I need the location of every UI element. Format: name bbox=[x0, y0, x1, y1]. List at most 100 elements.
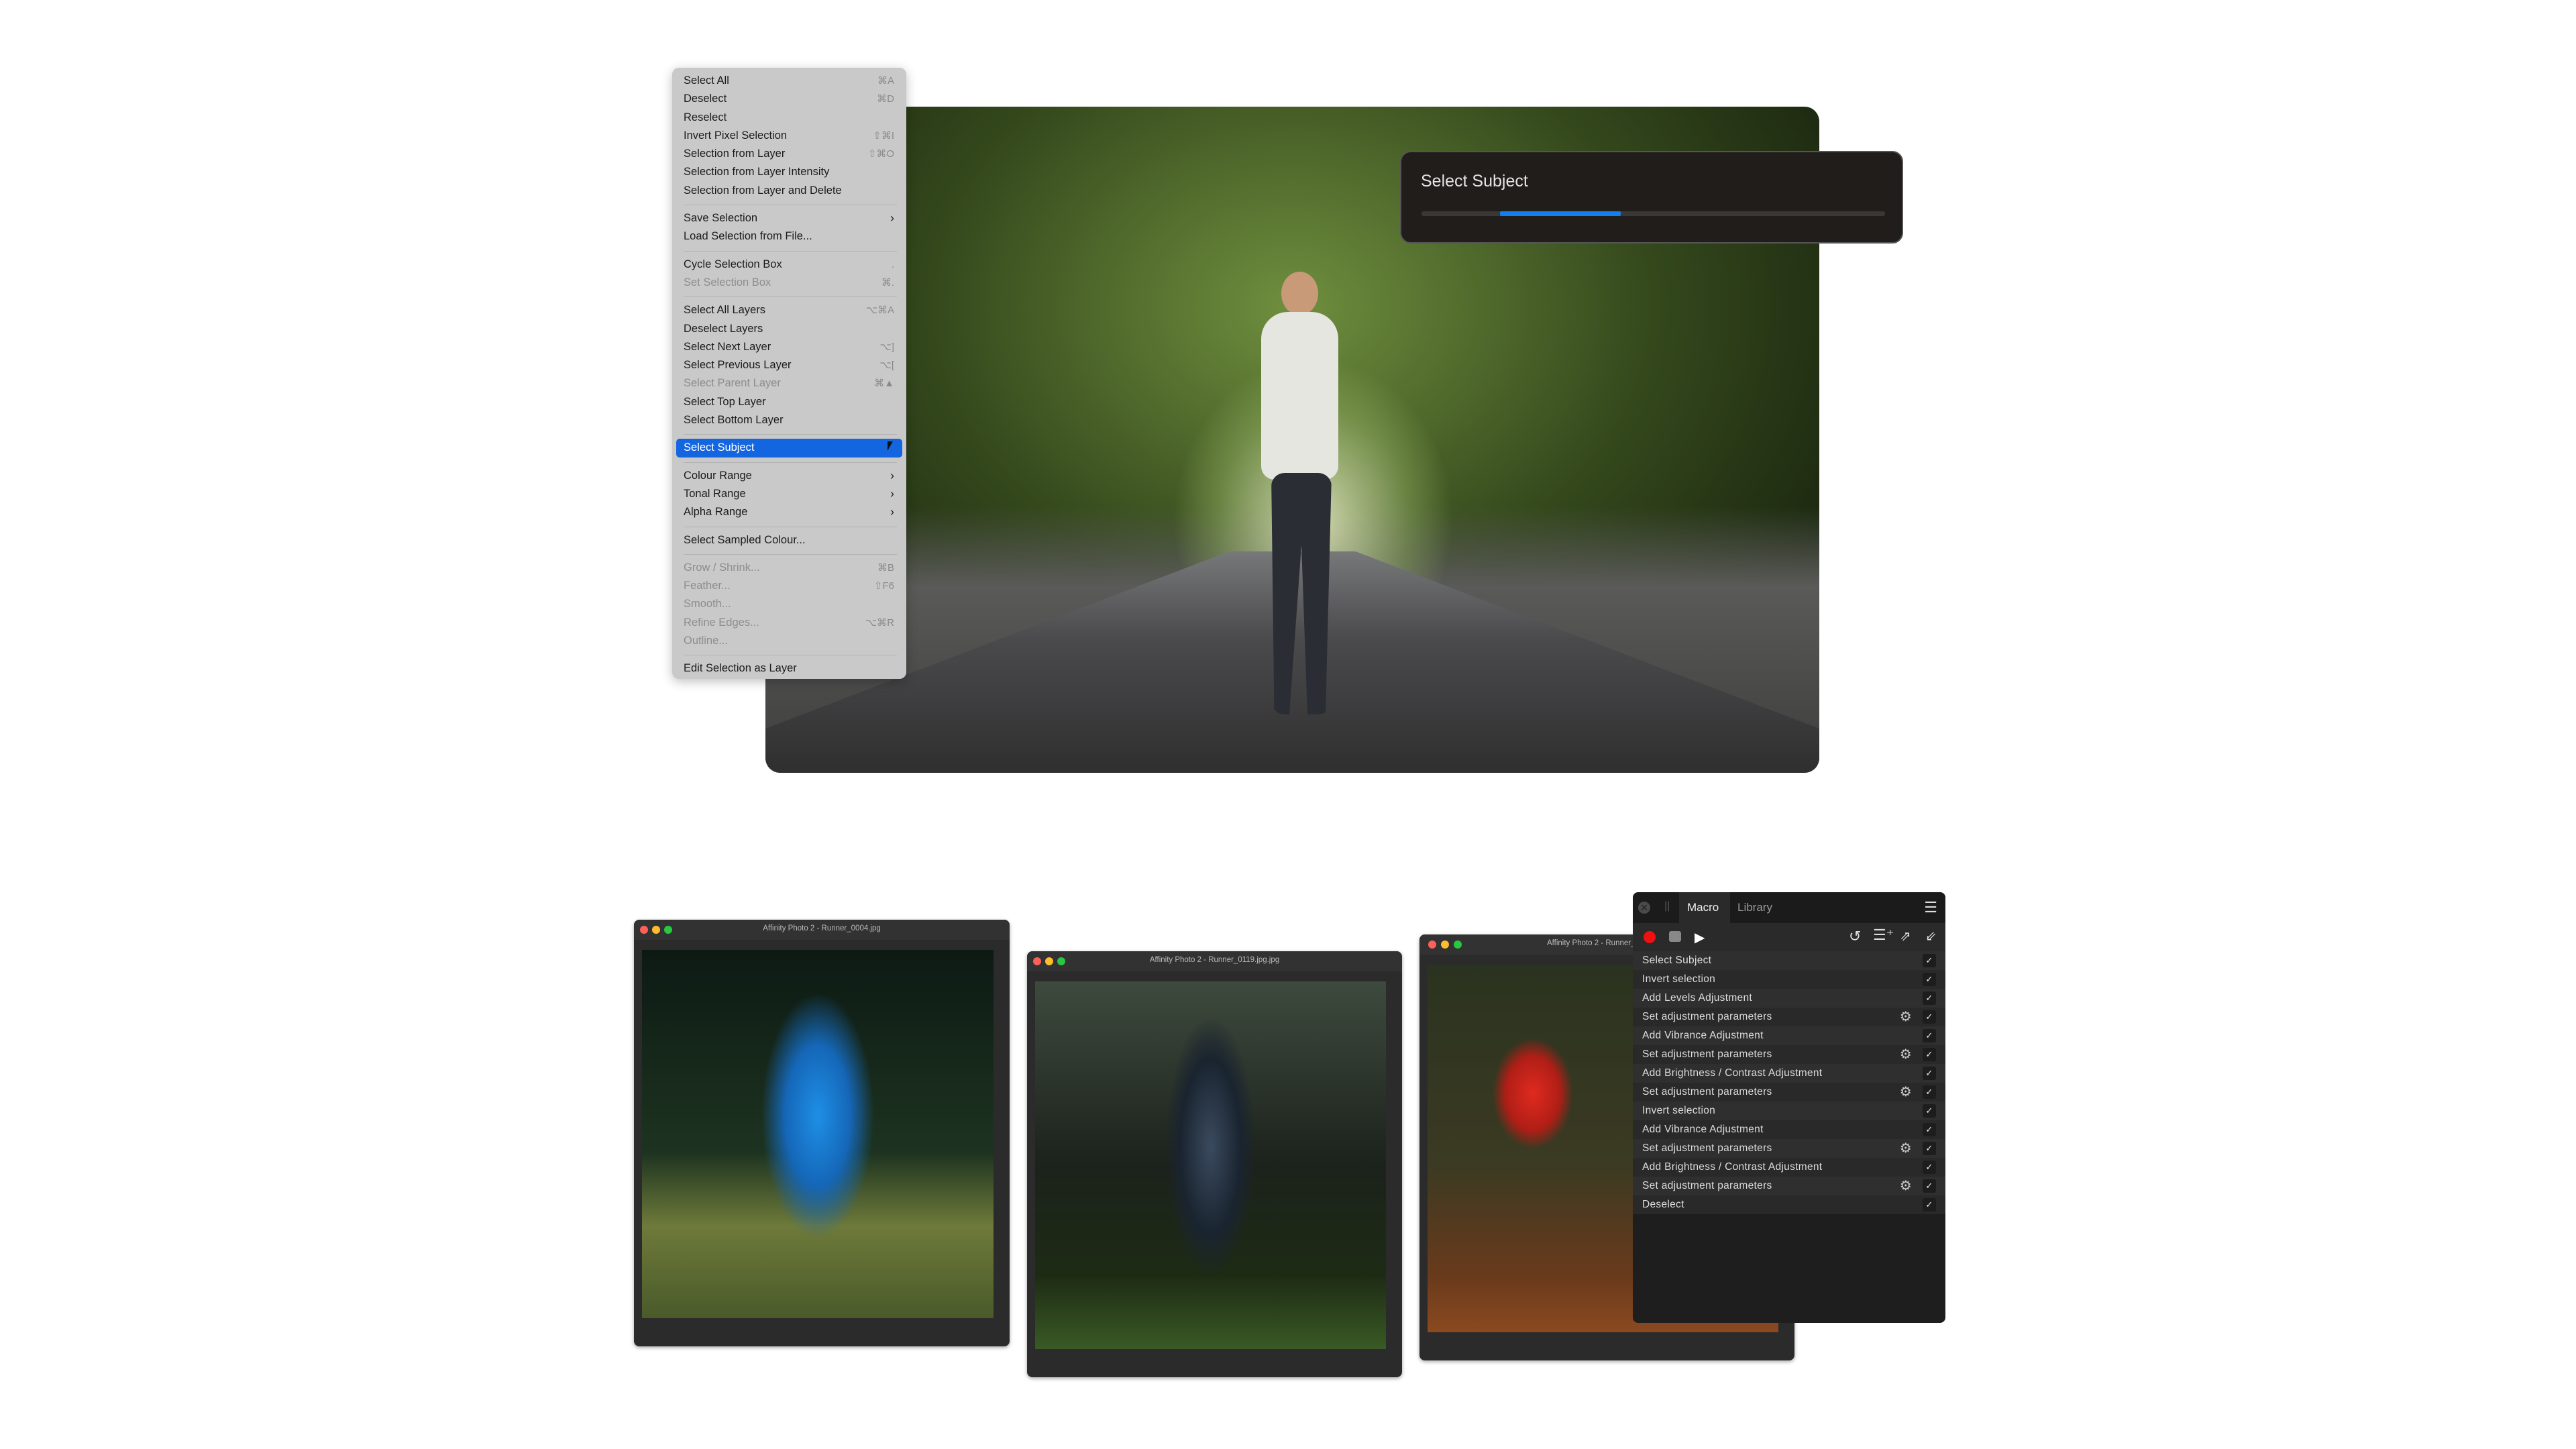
tab-library[interactable]: Library bbox=[1735, 892, 1772, 923]
step-enabled-checkbox[interactable]: ✓ bbox=[1923, 1161, 1936, 1174]
menu-item-select-bottom-layer[interactable]: Select Bottom Layer bbox=[672, 411, 906, 429]
macro-step[interactable]: Add Vibrance Adjustment ✓ bbox=[1633, 1120, 1945, 1139]
macro-step-label: Add Vibrance Adjustment bbox=[1642, 1030, 1764, 1041]
macro-step[interactable]: Add Brightness / Contrast Adjustment ✓ bbox=[1633, 1158, 1945, 1177]
menu-item-label: Selection from Layer and Delete bbox=[684, 184, 842, 197]
menu-item-deselect[interactable]: Deselect ⌘D bbox=[672, 90, 906, 108]
macro-step-label: Set adjustment parameters bbox=[1642, 1049, 1772, 1060]
document-window-1[interactable]: Affinity Photo 2 - Runner_0004.jpg bbox=[634, 920, 1010, 1346]
gear-icon[interactable]: ⚙ bbox=[1900, 1008, 1912, 1026]
menu-item-colour-range[interactable]: Colour Range › bbox=[672, 467, 906, 485]
menu-item-selection-from-layer-intensity[interactable]: Selection from Layer Intensity bbox=[672, 163, 906, 181]
progress-bar bbox=[1421, 211, 1885, 216]
menu-item-select-top-layer[interactable]: Select Top Layer bbox=[672, 393, 906, 411]
menu-shortcut: ⌘D bbox=[877, 93, 894, 105]
macro-step[interactable]: Deselect ✓ bbox=[1633, 1195, 1945, 1214]
menu-item-label: Tonal Range bbox=[684, 487, 746, 500]
menu-item-select-previous-layer[interactable]: Select Previous Layer ⌥[ bbox=[672, 356, 906, 374]
menu-item-reselect[interactable]: Reselect bbox=[672, 109, 906, 127]
menu-item-select-all[interactable]: Select All ⌘A bbox=[672, 72, 906, 90]
menu-shortcut: . bbox=[891, 258, 894, 270]
menu-shortcut: ⇧F6 bbox=[873, 580, 894, 592]
macro-step[interactable]: Set adjustment parameters ⚙ ✓ bbox=[1633, 1177, 1945, 1195]
menu-shortcut: ⇧⌘O bbox=[867, 148, 894, 160]
close-panel-icon[interactable]: ✕ bbox=[1638, 902, 1650, 914]
menu-item-invert-pixel-selection[interactable]: Invert Pixel Selection ⇧⌘I bbox=[672, 127, 906, 145]
step-enabled-checkbox[interactable]: ✓ bbox=[1923, 1104, 1936, 1118]
menu-item-label: Selection from Layer Intensity bbox=[684, 166, 830, 178]
macro-step-label: Add Vibrance Adjustment bbox=[1642, 1124, 1764, 1135]
document-window-2[interactable]: Affinity Photo 2 - Runner_0119.jpg.jpg bbox=[1027, 951, 1402, 1377]
macro-step[interactable]: Invert selection ✓ bbox=[1633, 970, 1945, 989]
menu-item-outline: Outline... bbox=[672, 632, 906, 650]
menu-item-cycle-selection-box[interactable]: Cycle Selection Box. bbox=[672, 256, 906, 274]
import-icon[interactable]: ⇙ bbox=[1925, 928, 1937, 945]
play-icon[interactable]: ▶ bbox=[1695, 929, 1705, 946]
menu-item-selection-from-layer[interactable]: Selection from Layer ⇧⌘O bbox=[672, 145, 906, 163]
step-enabled-checkbox[interactable]: ✓ bbox=[1923, 1048, 1936, 1061]
tab-macro[interactable]: Macro bbox=[1679, 892, 1730, 923]
macro-step[interactable]: Set adjustment parameters ⚙ ✓ bbox=[1633, 1045, 1945, 1064]
record-icon[interactable] bbox=[1644, 931, 1656, 943]
undo-icon[interactable]: ↺ bbox=[1849, 928, 1861, 945]
title-bar[interactable]: Affinity Photo 2 - Runner_0119.jpg.jpg bbox=[1027, 951, 1402, 971]
menu-item-alpha-range[interactable]: Alpha Range › bbox=[672, 503, 906, 521]
gear-icon[interactable]: ⚙ bbox=[1900, 1177, 1912, 1195]
menu-item-select-next-layer[interactable]: Select Next Layer ⌥] bbox=[672, 338, 906, 356]
gear-icon[interactable]: ⚙ bbox=[1900, 1083, 1912, 1102]
stop-icon[interactable] bbox=[1669, 931, 1681, 942]
step-enabled-checkbox[interactable]: ✓ bbox=[1923, 1198, 1936, 1212]
gear-icon[interactable]: ⚙ bbox=[1900, 1045, 1912, 1064]
menu-item-refine-edges: Refine Edges... ⌥⌘R bbox=[672, 614, 906, 632]
step-enabled-checkbox[interactable]: ✓ bbox=[1923, 1085, 1936, 1099]
runner-subject bbox=[1244, 272, 1358, 748]
macro-step-label: Add Levels Adjustment bbox=[1642, 992, 1752, 1004]
menu-shortcut: ⌥⌘A bbox=[865, 305, 894, 317]
add-to-library-icon[interactable]: ☰⁺ bbox=[1873, 926, 1894, 944]
drag-handle-icon[interactable]: || bbox=[1664, 900, 1670, 912]
menu-item-tonal-range[interactable]: Tonal Range › bbox=[672, 485, 906, 503]
menu-item-select-all-layers[interactable]: Select All Layers ⌥⌘A bbox=[672, 301, 906, 319]
step-enabled-checkbox[interactable]: ✓ bbox=[1923, 973, 1936, 986]
macro-step[interactable]: Set adjustment parameters ⚙ ✓ bbox=[1633, 1083, 1945, 1102]
menu-item-label: Set Selection Box bbox=[684, 276, 771, 288]
zoom-button[interactable] bbox=[1454, 941, 1462, 949]
macro-step[interactable]: Add Levels Adjustment ✓ bbox=[1633, 989, 1945, 1008]
step-enabled-checkbox[interactable]: ✓ bbox=[1923, 1029, 1936, 1042]
menu-item-load-selection-from-file[interactable]: Load Selection from File... bbox=[672, 227, 906, 246]
window-title: Affinity Photo 2 - Runner_0119.jpg.jpg bbox=[1149, 956, 1280, 964]
menu-item-label: Selection from Layer bbox=[684, 148, 786, 160]
step-enabled-checkbox[interactable]: ✓ bbox=[1923, 954, 1936, 967]
menu-item-deselect-layers[interactable]: Deselect Layers bbox=[672, 320, 906, 338]
macro-step[interactable]: Set adjustment parameters ⚙ ✓ bbox=[1633, 1008, 1945, 1026]
panel-menu-icon[interactable]: ☰ bbox=[1924, 899, 1937, 916]
menu-shortcut: ⌥⌘R bbox=[865, 616, 894, 629]
macro-toolbar: ▶ ↺ ☰⁺ ⇗ ⇙ bbox=[1633, 923, 1945, 951]
step-enabled-checkbox[interactable]: ✓ bbox=[1923, 1010, 1936, 1024]
macro-step[interactable]: Add Vibrance Adjustment ✓ bbox=[1633, 1026, 1945, 1045]
macro-step[interactable]: Set adjustment parameters ⚙ ✓ bbox=[1633, 1139, 1945, 1158]
menu-item-selection-from-layer-and-delete[interactable]: Selection from Layer and Delete bbox=[672, 182, 906, 200]
step-enabled-checkbox[interactable]: ✓ bbox=[1923, 1123, 1936, 1136]
menu-item-save-selection[interactable]: Save Selection › bbox=[672, 209, 906, 227]
gear-icon[interactable]: ⚙ bbox=[1900, 1139, 1912, 1158]
macro-step[interactable]: Select Subject ✓ bbox=[1633, 951, 1945, 970]
title-bar[interactable]: Affinity Photo 2 - Runner_0004.jpg bbox=[634, 920, 1010, 940]
close-button[interactable] bbox=[1428, 941, 1436, 949]
macro-step[interactable]: Add Brightness / Contrast Adjustment ✓ bbox=[1633, 1064, 1945, 1083]
menu-shortcut: ⌥] bbox=[879, 341, 894, 353]
step-enabled-checkbox[interactable]: ✓ bbox=[1923, 1179, 1936, 1193]
menu-item-select-subject[interactable]: Select Subject bbox=[676, 439, 902, 458]
menu-item-edit-selection-as-layer[interactable]: Edit Selection as Layer bbox=[672, 659, 906, 678]
macro-step[interactable]: Invert selection ✓ bbox=[1633, 1102, 1945, 1120]
menu-item-select-sampled-colour[interactable]: Select Sampled Colour... bbox=[672, 531, 906, 549]
step-enabled-checkbox[interactable]: ✓ bbox=[1923, 1067, 1936, 1080]
chevron-right-icon: › bbox=[890, 505, 894, 519]
macro-step-label: Invert selection bbox=[1642, 1105, 1716, 1116]
export-icon[interactable]: ⇗ bbox=[1900, 928, 1911, 945]
step-enabled-checkbox[interactable]: ✓ bbox=[1923, 1142, 1936, 1155]
minimize-button[interactable] bbox=[1441, 941, 1449, 949]
step-enabled-checkbox[interactable]: ✓ bbox=[1923, 991, 1936, 1005]
menu-shortcut: ⌥[ bbox=[879, 360, 894, 372]
select-menu: Select All ⌘A Deselect ⌘D Reselect Invert Pix… bbox=[672, 68, 906, 679]
